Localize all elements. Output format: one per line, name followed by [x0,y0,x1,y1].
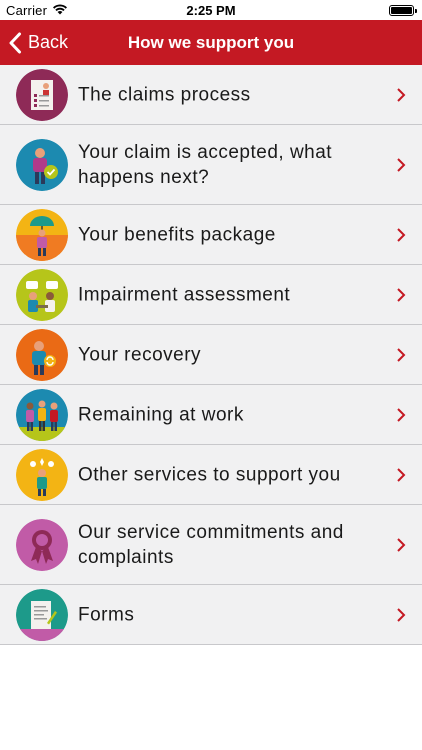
battery-icon [389,5,417,16]
chevron-right-icon [397,87,406,102]
person-umbrella-icon [16,208,68,261]
menu-item-your-recovery[interactable]: Your recovery [0,325,422,385]
menu-item-claims-process[interactable]: The claims process [0,65,422,125]
empty-area [0,645,422,750]
chevron-left-icon [9,32,21,53]
back-button[interactable]: Back [8,20,68,65]
menu-item-label: Forms [78,604,135,625]
form-document-icon [16,588,68,641]
person-checkmark-icon [16,138,68,191]
award-ribbon-icon [16,518,68,571]
menu-item-label: Your recovery [78,344,202,365]
status-bar: Carrier 2:25 PM [0,0,422,20]
menu-list: The claims process Your claim is accepte… [0,65,422,645]
chevron-right-icon [397,287,406,302]
menu-item-label: Your claim is accepted, what happens nex… [78,141,333,188]
menu-item-label: Impairment assessment [78,284,291,305]
clock-time: 2:25 PM [186,3,236,18]
chevron-right-icon [397,157,406,172]
support-services-icon [16,448,68,501]
menu-item-service-commitments[interactable]: Our service commitments and complaints [0,505,422,585]
coworkers-group-icon [16,388,68,441]
back-label: Back [28,32,69,52]
menu-item-other-services[interactable]: Other services to support you [0,445,422,505]
menu-item-label: Your benefits package [78,224,276,245]
menu-item-forms[interactable]: Forms [0,585,422,645]
chevron-right-icon [397,227,406,242]
navigation-bar: Back How we support you [0,20,422,65]
chevron-right-icon [397,407,406,422]
clipboard-checklist-icon [16,68,68,121]
person-recovery-icon [16,328,68,381]
chevron-right-icon [397,347,406,362]
menu-item-label: Remaining at work [78,404,244,425]
menu-item-label: The claims process [78,84,251,105]
chevron-right-icon [397,467,406,482]
menu-item-label: Other services to support you [78,464,341,485]
menu-item-benefits-package[interactable]: Your benefits package [0,205,422,265]
menu-item-impairment-assessment[interactable]: Impairment assessment [0,265,422,325]
menu-item-label: Our service commitments and complaints [78,521,344,568]
menu-item-claim-accepted[interactable]: Your claim is accepted, what happens nex… [0,125,422,205]
chevron-right-icon [397,537,406,552]
people-discussion-icon [16,268,68,321]
chevron-right-icon [397,607,406,622]
menu-item-remaining-at-work[interactable]: Remaining at work [0,385,422,445]
